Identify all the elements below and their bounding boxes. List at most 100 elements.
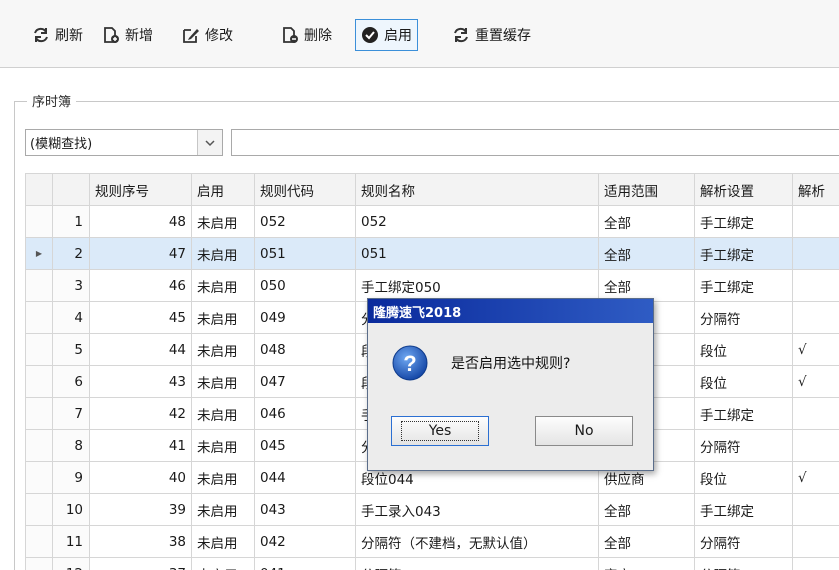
cell-name: 手工录入043 — [355, 493, 599, 526]
cell-code: 050 — [254, 269, 356, 302]
row-indicator — [25, 429, 53, 462]
cell-scope: 客户 — [598, 557, 695, 570]
search-mode-select[interactable]: (模糊查找) — [25, 129, 223, 156]
cell-flag: √ — [792, 333, 839, 366]
row-indicator — [25, 461, 53, 494]
dialog-body: ? 是否启用选中规则? — [368, 323, 653, 403]
cell-seq: 45 — [89, 301, 192, 334]
cell-enabled: 未启用 — [191, 493, 255, 526]
cell-seq: 40 — [89, 461, 192, 494]
cell-parse: 手工绑定 — [694, 397, 793, 430]
delete-label: 删除 — [304, 28, 332, 44]
cell-code: 041 — [254, 557, 356, 570]
edit-icon — [182, 26, 200, 44]
chevron-down-icon[interactable] — [197, 130, 222, 155]
no-button[interactable]: No — [535, 416, 633, 446]
row-number: 3 — [52, 269, 90, 302]
cell-code: 046 — [254, 397, 356, 430]
cell-enabled: 未启用 — [191, 365, 255, 398]
refresh-button[interactable]: 刷新 — [28, 19, 87, 51]
table-row[interactable]: 1 48 未启用 052 052 全部 手工绑定 — [25, 205, 839, 238]
question-icon: ? — [392, 345, 428, 381]
row-indicator — [25, 333, 53, 366]
cell-code: 044 — [254, 461, 356, 494]
cell-enabled: 未启用 — [191, 429, 255, 462]
cell-seq: 37 — [89, 557, 192, 570]
cell-parse: 段位 — [694, 365, 793, 398]
cell-enabled: 未启用 — [191, 269, 255, 302]
cell-scope: 全部 — [598, 493, 695, 526]
cell-flag — [792, 205, 839, 238]
cell-parse: 手工绑定 — [694, 237, 793, 270]
cell-code: 052 — [254, 205, 356, 238]
table-row[interactable]: 11 38 未启用 042 分隔符（不建档，无默认值） 全部 分隔符 — [25, 525, 839, 558]
row-indicator — [25, 557, 53, 570]
reset-cache-button[interactable]: 重置缓存 — [448, 19, 535, 51]
cell-enabled: 未启用 — [191, 461, 255, 494]
delete-document-icon — [281, 26, 299, 44]
cell-code: 051 — [254, 237, 356, 270]
cell-parse: 手工绑定 — [694, 493, 793, 526]
cell-flag — [792, 397, 839, 430]
cell-seq: 38 — [89, 525, 192, 558]
enable-label: 启用 — [384, 28, 412, 44]
cell-name: 分隔符（不建档，无默认值） — [355, 525, 599, 558]
cell-parse: 手工绑定 — [694, 269, 793, 302]
column-header[interactable]: 解析 — [792, 173, 839, 206]
row-indicator: ▶ — [25, 237, 53, 270]
edit-label: 修改 — [205, 28, 233, 44]
cell-scope: 全部 — [598, 525, 695, 558]
edit-button[interactable]: 修改 — [178, 19, 237, 51]
search-input[interactable] — [231, 129, 839, 156]
add-label: 新增 — [125, 28, 153, 44]
refresh-label: 刷新 — [55, 28, 83, 44]
table-row[interactable]: 3 46 未启用 050 手工绑定050 全部 手工绑定 — [25, 269, 839, 302]
yes-button[interactable]: Yes — [391, 416, 489, 446]
toolbar: 刷新 新增 修改 删除 启用 重置缓存 — [0, 0, 839, 68]
row-number: 8 — [52, 429, 90, 462]
cell-enabled: 未启用 — [191, 205, 255, 238]
row-number: 12 — [52, 557, 90, 570]
cell-parse: 分隔符 — [694, 557, 793, 570]
column-header[interactable]: 解析设置 — [694, 173, 793, 206]
table-row[interactable]: ▶ 2 47 未启用 051 051 全部 手工绑定 — [25, 237, 839, 270]
column-header[interactable]: 适用范围 — [598, 173, 695, 206]
column-header[interactable]: 启用 — [191, 173, 255, 206]
row-number: 10 — [52, 493, 90, 526]
table-row[interactable]: 10 39 未启用 043 手工录入043 全部 手工绑定 — [25, 493, 839, 526]
cell-seq: 39 — [89, 493, 192, 526]
cell-scope: 全部 — [598, 237, 695, 270]
cell-enabled: 未启用 — [191, 301, 255, 334]
column-header[interactable] — [52, 173, 90, 206]
row-number: 2 — [52, 237, 90, 270]
search-mode-value: (模糊查找) — [30, 137, 93, 152]
dialog-message: 是否启用选中规则? — [451, 356, 571, 372]
delete-button[interactable]: 删除 — [277, 19, 336, 51]
add-button[interactable]: 新增 — [98, 19, 157, 51]
table-row[interactable]: 1237未启用041分隔符041客户分隔符 — [25, 557, 839, 570]
row-number: 11 — [52, 525, 90, 558]
column-header[interactable]: 规则代码 — [254, 173, 356, 206]
cell-enabled: 未启用 — [191, 525, 255, 558]
enable-button[interactable]: 启用 — [355, 19, 418, 51]
cell-flag — [792, 557, 839, 570]
cell-parse: 段位 — [694, 461, 793, 494]
check-circle-icon — [361, 26, 379, 44]
cell-flag: √ — [792, 365, 839, 398]
cell-parse: 分隔符 — [694, 429, 793, 462]
row-indicator — [25, 301, 53, 334]
row-indicator — [25, 493, 53, 526]
cell-parse: 手工绑定 — [694, 205, 793, 238]
no-label: No — [574, 423, 594, 439]
row-indicator — [25, 365, 53, 398]
column-header[interactable]: 规则序号 — [89, 173, 192, 206]
cell-seq: 42 — [89, 397, 192, 430]
cell-enabled: 未启用 — [191, 397, 255, 430]
cell-seq: 48 — [89, 205, 192, 238]
column-header[interactable] — [25, 173, 53, 206]
column-header[interactable]: 规则名称 — [355, 173, 599, 206]
cell-enabled: 未启用 — [191, 333, 255, 366]
cell-enabled: 未启用 — [191, 557, 255, 570]
cell-flag — [792, 269, 839, 302]
cell-flag — [792, 493, 839, 526]
